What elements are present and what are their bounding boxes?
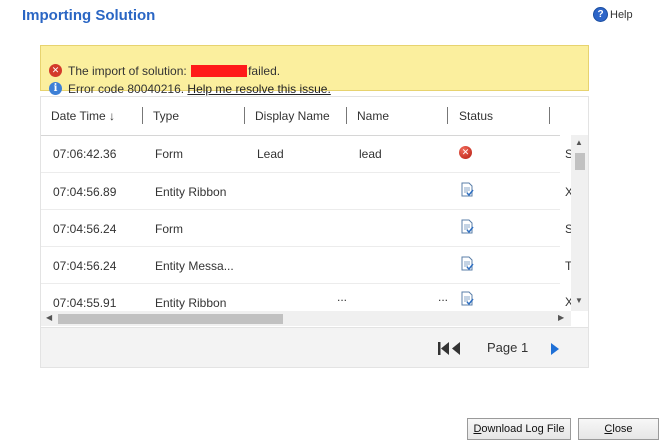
resolve-issue-link[interactable]: Help me resolve this issue. <box>187 82 330 96</box>
next-page-icon[interactable] <box>550 342 560 356</box>
close-accesskey: C <box>604 423 613 435</box>
cell-display-name: Lead <box>257 147 284 161</box>
table-row[interactable]: 07:06:42.36 Form Lead lead ✕ <box>41 135 560 172</box>
error-status-icon: ✕ <box>459 146 472 159</box>
cell-display-name: ... <box>337 290 348 304</box>
grid-header: Date Time ↓ Type Display Name Name Statu… <box>41 97 560 136</box>
cell-name: ... <box>438 290 449 304</box>
column-header-status[interactable]: Status <box>459 109 493 123</box>
column-divider[interactable] <box>346 107 347 124</box>
download-accesskey: D <box>473 423 482 435</box>
help-icon: ? <box>593 7 608 22</box>
cell-type: Entity Messa... <box>155 259 234 273</box>
column-divider[interactable] <box>549 107 550 124</box>
cell-name: lead <box>359 147 382 161</box>
vertical-scroll-thumb[interactable] <box>575 153 585 170</box>
column-header-name[interactable]: Name <box>357 109 389 123</box>
column-header-display-name[interactable]: Display Name <box>255 109 330 123</box>
horizontal-scrollbar[interactable]: ◀ ▶ <box>41 311 571 326</box>
column-divider[interactable] <box>244 107 245 124</box>
page-number: Page 1 <box>487 340 529 355</box>
cell-type: Entity Ribbon <box>155 296 227 310</box>
import-log-grid: Date Time ↓ Type Display Name Name Statu… <box>40 96 589 368</box>
table-row[interactable]: 07:04:56.24 Entity Messa... <box>41 247 560 284</box>
error-notification-bar: ✕ The import of solution: failed. i Erro… <box>40 45 589 96</box>
column-divider[interactable] <box>447 107 448 124</box>
horizontal-scroll-thumb[interactable] <box>58 314 283 324</box>
document-check-icon <box>461 256 474 271</box>
column-header-date-time[interactable]: Date Time ↓ <box>51 109 115 123</box>
table-row[interactable]: 07:04:56.89 Entity Ribbon <box>41 173 560 210</box>
first-page-icon[interactable] <box>438 341 462 356</box>
info-icon: i <box>49 82 62 95</box>
cell-date-time: 07:06:42.36 <box>53 147 117 161</box>
scroll-left-icon[interactable]: ◀ <box>46 313 52 322</box>
document-check-icon <box>461 182 474 197</box>
scroll-down-icon[interactable]: ▼ <box>575 296 583 305</box>
vertical-scrollbar[interactable]: ▲ ▼ <box>571 135 588 311</box>
cell-date-time: 07:04:56.89 <box>53 185 117 199</box>
column-divider[interactable] <box>142 107 143 124</box>
document-check-icon <box>461 291 474 306</box>
cell-type: Form <box>155 147 183 161</box>
dialog-title: Importing Solution <box>22 7 156 24</box>
scroll-right-icon[interactable]: ▶ <box>558 313 564 322</box>
column-header-type[interactable]: Type <box>153 109 179 123</box>
cell-date-time: 07:04:55.91 <box>53 296 117 310</box>
cell-date-time: 07:04:56.24 <box>53 259 117 273</box>
cell-type: Entity Ribbon <box>155 185 227 199</box>
help-link[interactable]: ? Help <box>593 7 633 22</box>
help-label: Help <box>610 8 633 21</box>
scroll-up-icon[interactable]: ▲ <box>575 138 583 147</box>
cell-type: Form <box>155 222 183 236</box>
cell-date-time: 07:04:56.24 <box>53 222 117 236</box>
document-check-icon <box>461 219 474 234</box>
download-log-file-button[interactable]: Download Log File <box>467 418 571 440</box>
table-row[interactable]: 07:04:56.24 Form <box>41 210 560 247</box>
error-code-text: Error code 80040216. <box>68 81 188 96</box>
close-button[interactable]: Close <box>578 418 659 440</box>
close-label: lose <box>612 423 633 435</box>
download-label: ownload Log File <box>481 423 565 435</box>
pager: Page 1 <box>41 327 588 367</box>
